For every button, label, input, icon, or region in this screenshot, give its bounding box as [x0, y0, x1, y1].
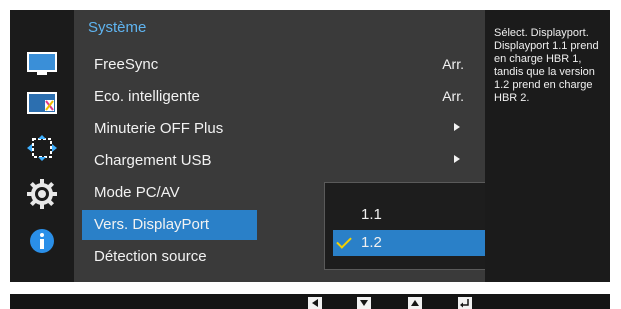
option-label: 1.1 [361, 206, 382, 223]
down-arrow-icon[interactable] [357, 297, 371, 309]
menu-item-label: Minuterie OFF Plus [94, 120, 224, 137]
menu-title: Système [88, 19, 147, 36]
help-text: Sélect. Displayport. Displayport 1.1 pre… [494, 27, 599, 104]
menu-item-label: Chargement USB [94, 152, 212, 169]
menu-item-label: Eco. intelligente [94, 88, 200, 105]
setup-gear-icon[interactable] [22, 176, 62, 212]
osd-menu: Système FreeSync Arr. Eco. intelligente … [10, 10, 610, 282]
picture-icon[interactable] [22, 46, 62, 82]
option-label: 1.2 [361, 234, 382, 251]
menu-item-value: Arr. [442, 56, 464, 72]
size-position-icon[interactable] [22, 130, 62, 166]
menu-item-minuterie-off-plus[interactable]: Minuterie OFF Plus [82, 114, 472, 144]
help-panel: Sélect. Displayport. Displayport 1.1 pre… [485, 10, 610, 282]
checkmark-icon [336, 233, 352, 249]
chevron-right-icon [454, 155, 460, 163]
chevron-right-icon [454, 123, 460, 131]
menu-item-eco-intelligente[interactable]: Eco. intelligente Arr. [82, 82, 472, 112]
up-arrow-icon[interactable] [408, 297, 422, 309]
menu-item-label: Mode PC/AV [94, 184, 180, 201]
color-icon[interactable] [22, 86, 62, 122]
menu-item-label: Vers. DisplayPort [94, 216, 210, 233]
menu-item-label: FreeSync [94, 56, 159, 73]
system-menu-panel: Système FreeSync Arr. Eco. intelligente … [74, 10, 530, 282]
menu-item-chargement-usb[interactable]: Chargement USB [82, 146, 472, 176]
enter-icon[interactable] [458, 297, 472, 309]
menu-item-vers-displayport[interactable]: Vers. DisplayPort [82, 210, 257, 240]
sidebar-icon-bar [10, 10, 74, 282]
menu-item-freesync[interactable]: FreeSync Arr. [82, 50, 472, 80]
information-icon[interactable] [22, 223, 62, 259]
navigation-bar [10, 294, 610, 309]
menu-item-value: Arr. [442, 88, 464, 104]
left-arrow-icon[interactable] [308, 297, 322, 309]
menu-item-label: Détection source [94, 248, 207, 265]
